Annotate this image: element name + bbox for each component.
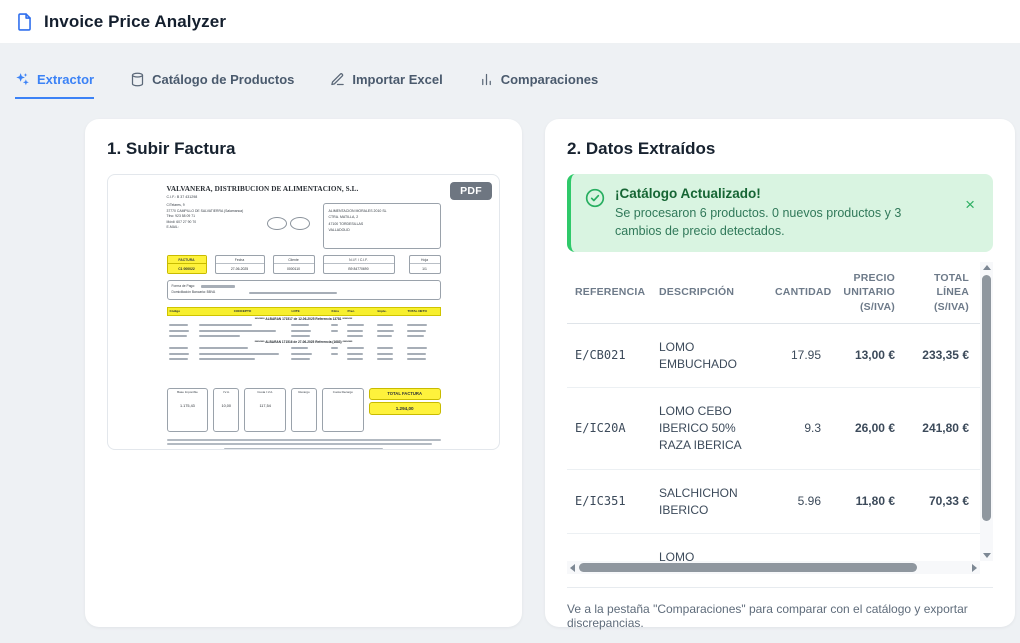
invoice-cliente-box: Cliente 0000110 xyxy=(273,255,315,274)
extracted-panel-title: 2. Datos Extraídos xyxy=(567,139,993,159)
invoice-hoja-box: Hoja 1/1 xyxy=(409,255,441,274)
invoice-line-table: Código CONCEPTO LOTE Kilos Prec. Impte. … xyxy=(167,307,441,362)
alert-message: Se procesaron 6 productos. 0 nuevos prod… xyxy=(615,204,945,240)
upload-panel-title: 1. Subir Factura xyxy=(107,139,500,159)
total-iva-box: I.V.A.10,00 xyxy=(213,388,239,432)
total-base-box: Base Imponible1.175,43 xyxy=(167,388,209,432)
invoice-nif-box: N.I.F. / C.I.F. B9 84770690 xyxy=(323,255,395,274)
horizontal-scrollbar[interactable] xyxy=(567,561,980,574)
invoice-total-factura: TOTAL FACTURA 1.294,00 xyxy=(369,388,441,415)
table-header-row: REFERENCIA DESCRIPCIÓN CANTIDAD PRECIO U… xyxy=(567,262,980,323)
scroll-right-icon[interactable] xyxy=(972,564,977,572)
vertical-scrollbar[interactable] xyxy=(980,262,993,561)
invoice-document: VALVANERA, DISTRIBUCION DE ALIMENTACION,… xyxy=(167,185,441,450)
total-cuota-recargo-box: Cuota Recargo xyxy=(322,388,364,432)
horizontal-scroll-thumb[interactable] xyxy=(579,563,917,572)
main-content: 1. Subir Factura PDF VALVANERA, DISTRIBU… xyxy=(85,119,1015,627)
comparaciones-hint: Ve a la pestaña "Comparaciones" para com… xyxy=(567,587,993,630)
document-icon xyxy=(15,11,34,33)
invoice-line-row xyxy=(167,356,441,361)
pdf-badge: PDF xyxy=(450,182,492,200)
alert-title: ¡Catálogo Actualizado! xyxy=(615,186,951,201)
invoice-stamps xyxy=(267,217,310,230)
col-total-linea: TOTAL LÍNEA (S/IVA) xyxy=(903,262,977,323)
extracted-table: REFERENCIA DESCRIPCIÓN CANTIDAD PRECIO U… xyxy=(567,262,980,561)
tab-comparaciones-label: Comparaciones xyxy=(501,72,599,87)
invoice-preview[interactable]: PDF VALVANERA, DISTRIBUCION DE ALIMENTAC… xyxy=(107,174,500,450)
invoice-company-name: VALVANERA, DISTRIBUCION DE ALIMENTACION,… xyxy=(167,185,441,193)
scroll-left-icon[interactable] xyxy=(570,564,575,572)
table-row: E/CB021 LOMO EMBUCHADO 16.39 13,00 € 213… xyxy=(567,534,980,561)
tab-catalogo[interactable]: Catálogo de Productos xyxy=(130,72,294,99)
tab-bar: Extractor Catálogo de Productos Importar… xyxy=(15,72,1020,99)
invoice-albaran-section: ******** ALBARAN 171516 de 27-06-2025 Re… xyxy=(167,339,441,346)
database-icon xyxy=(130,72,145,87)
col-cantidad: CANTIDAD xyxy=(767,262,829,323)
extracted-table-scroll[interactable]: REFERENCIA DESCRIPCIÓN CANTIDAD PRECIO U… xyxy=(567,262,980,561)
extracted-table-container: REFERENCIA DESCRIPCIÓN CANTIDAD PRECIO U… xyxy=(567,262,993,574)
success-alert: ¡Catálogo Actualizado! Se procesaron 6 p… xyxy=(567,174,993,252)
invoice-sender-block: C/Telares, 9 37770 CAMPILLO DE SALVATIER… xyxy=(167,203,265,231)
invoice-customer-box: ALIMENTACION MORALES 2010 SL CTRA. MATIL… xyxy=(323,203,441,249)
pencil-icon xyxy=(330,72,345,87)
invoice-fine-print xyxy=(167,439,441,450)
scroll-down-icon[interactable] xyxy=(983,553,991,558)
table-row: E/CB021 LOMO EMBUCHADO 17.95 13,00 € 233… xyxy=(567,323,980,388)
tab-extractor-label: Extractor xyxy=(37,72,94,87)
tab-catalogo-label: Catálogo de Productos xyxy=(152,72,294,87)
invoice-albaran-section: ******** ALBARAN 171517 de 12-06-2025 Re… xyxy=(167,316,441,323)
invoice-factura-box: FACTURA C1 000022 xyxy=(167,255,207,274)
stamp-oval-icon xyxy=(290,217,310,230)
app-header: Invoice Price Analyzer xyxy=(0,0,1020,44)
sparkles-icon xyxy=(15,72,30,87)
total-cuota-box: Cuota I.V.A.117,54 xyxy=(244,388,286,432)
invoice-cif: C.I.F.: B 37 431298 xyxy=(167,195,441,199)
app-title: Invoice Price Analyzer xyxy=(44,12,226,32)
col-precio-unitario: PRECIO UNITARIO (S/IVA) xyxy=(829,262,903,323)
extracted-panel: 2. Datos Extraídos ¡Catálogo Actualizado… xyxy=(545,119,1015,627)
invoice-header-fields: FACTURA C1 000022 Fecha 27-06-2025 Clien… xyxy=(167,255,441,274)
invoice-table-header: Código CONCEPTO LOTE Kilos Prec. Impte. … xyxy=(167,307,441,316)
scroll-up-icon[interactable] xyxy=(983,265,991,270)
bar-chart-icon xyxy=(479,72,494,87)
close-icon[interactable]: × xyxy=(961,194,979,215)
total-recargo-box: Recargo xyxy=(291,388,317,432)
table-row: E/IC351 SALCHICHON IBERICO 5.96 11,80 € … xyxy=(567,469,980,534)
check-circle-icon xyxy=(585,188,605,208)
tab-extractor[interactable]: Extractor xyxy=(15,72,94,99)
upload-panel: 1. Subir Factura PDF VALVANERA, DISTRIBU… xyxy=(85,119,522,627)
invoice-line-items: ******** ALBARAN 171517 de 12-06-2025 Re… xyxy=(167,316,441,362)
invoice-address-row: C/Telares, 9 37770 CAMPILLO DE SALVATIER… xyxy=(167,203,441,249)
tab-comparaciones[interactable]: Comparaciones xyxy=(479,72,599,99)
invoice-payment-box: Forma de Pago: Domiciliación Bancaria: B… xyxy=(167,280,441,300)
col-referencia: REFERENCIA xyxy=(567,262,651,323)
col-descripcion: DESCRIPCIÓN xyxy=(651,262,767,323)
invoice-totals-row: Base Imponible1.175,43 I.V.A.10,00 Cuota… xyxy=(167,388,441,432)
table-row: E/IC20A LOMO CEBO IBERICO 50% RAZA IBERI… xyxy=(567,388,980,469)
invoice-fecha-box: Fecha 27-06-2025 xyxy=(215,255,265,274)
tab-importar-label: Importar Excel xyxy=(352,72,442,87)
vertical-scroll-thumb[interactable] xyxy=(982,275,991,521)
tab-importar-excel[interactable]: Importar Excel xyxy=(330,72,442,99)
stamp-oval-icon xyxy=(267,217,287,230)
